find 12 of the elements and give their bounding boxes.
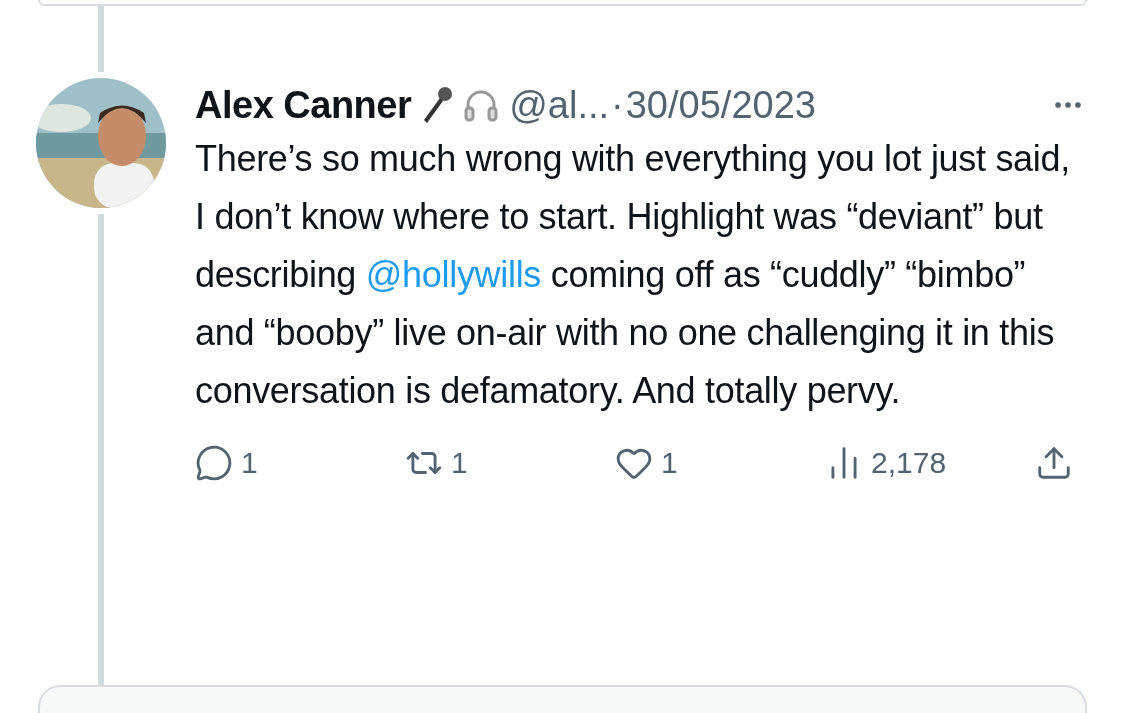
views-button[interactable]: 2,178	[825, 444, 1025, 482]
reply-button[interactable]: 1	[195, 444, 395, 482]
tweet-date[interactable]: 30/05/2023	[625, 83, 816, 127]
reply-icon	[195, 444, 233, 482]
retweet-button[interactable]: 1	[405, 444, 605, 482]
author-name: Alex Canner	[195, 83, 412, 127]
tweet-text: There’s so much wrong with everything you lot just said, I don’t know where to start. Highlight was “deviant” but describing @hollywills coming off as “cuddly” “bimbo” and “booby” live on-air with no one challenging it in this conversation is defamatory. And totally pervy.	[195, 137, 1071, 413]
separator-dot: ·	[611, 83, 624, 127]
author-handle: @al...	[509, 83, 610, 127]
microphone-icon	[421, 86, 454, 124]
share-icon	[1035, 444, 1073, 482]
like-button[interactable]: 1	[615, 444, 815, 482]
